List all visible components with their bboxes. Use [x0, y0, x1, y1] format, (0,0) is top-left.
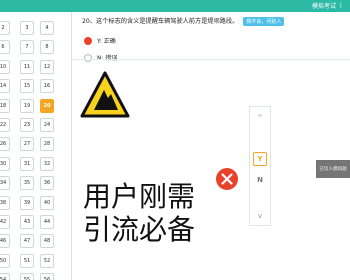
- question-number-14[interactable]: 14: [0, 79, 10, 94]
- question-number-39[interactable]: 39: [20, 195, 34, 210]
- question-number-46[interactable]: 46: [0, 234, 10, 249]
- question-number-35[interactable]: 35: [20, 176, 34, 191]
- side-tab[interactable]: 已切入模拟题: [316, 160, 350, 178]
- question-number-20[interactable]: 20: [40, 98, 54, 113]
- question-number-42[interactable]: 42: [0, 215, 10, 229]
- question-number-55[interactable]: 55: [20, 273, 34, 280]
- question-number-24[interactable]: 24: [40, 118, 54, 132]
- question-number-15[interactable]: 15: [20, 79, 34, 94]
- option-yes-radio[interactable]: [84, 36, 92, 45]
- question-number-18[interactable]: 18: [0, 98, 10, 113]
- option-no-radio[interactable]: [84, 53, 92, 62]
- option-no-label: N: 错误: [97, 53, 117, 62]
- selector-up-button[interactable]: ^: [250, 111, 270, 125]
- question-number-22[interactable]: 22: [0, 118, 10, 132]
- exam-title: 模拟考试（: [311, 3, 342, 10]
- question-number-16[interactable]: 16: [40, 79, 54, 94]
- question-number-38[interactable]: 38: [0, 195, 10, 210]
- question-number-32[interactable]: 32: [40, 156, 54, 171]
- question-number-36[interactable]: 36: [40, 176, 54, 191]
- question-number-6[interactable]: 6: [0, 40, 10, 55]
- question-stem: 20、这个标志的含义是提醒车辆驾驶人前方是堤坝路段。: [82, 18, 239, 25]
- question-number-26[interactable]: 26: [0, 137, 10, 152]
- question-number-30[interactable]: 30: [0, 156, 10, 171]
- question-divider: [72, 59, 350, 60]
- answer-y-button[interactable]: Y: [253, 152, 267, 166]
- ask-others-button[interactable]: 我不会，问别人: [243, 16, 285, 26]
- question-number-34[interactable]: 34: [0, 176, 10, 191]
- question-number-11[interactable]: 11: [20, 59, 34, 74]
- question-text: 20、这个标志的含义是提醒车辆驾驶人前方是堤坝路段。 我不会，问别人: [82, 16, 322, 26]
- question-number-50[interactable]: 50: [0, 253, 10, 268]
- question-number-40[interactable]: 40: [40, 195, 54, 210]
- question-number-19[interactable]: 19: [20, 98, 34, 113]
- question-number-10[interactable]: 10: [0, 59, 10, 74]
- question-number-7[interactable]: 7: [20, 40, 34, 55]
- option-no[interactable]: N: 错误: [84, 53, 117, 62]
- option-yes[interactable]: Y: 正确: [84, 36, 116, 45]
- question-number-2[interactable]: 2: [0, 21, 10, 35]
- question-number-51[interactable]: 51: [20, 253, 34, 268]
- top-bar: 模拟考试（: [0, 0, 350, 12]
- question-number-23[interactable]: 23: [20, 118, 34, 132]
- question-number-12[interactable]: 12: [40, 59, 54, 74]
- question-number-grid: 2 3 4 6 7 8 10 11 12 14 15 16 18 19 20 22 23 24 26 27 28 30 31…: [0, 12, 72, 280]
- question-number-47[interactable]: 47: [20, 234, 34, 249]
- exam-page: 模拟考试（ 2 3 4 6 7 8 10 11 12 14 15 16 18 19 20 22 23 24 26 27…: [0, 0, 350, 280]
- question-number-3[interactable]: 3: [20, 21, 34, 35]
- question-number-4[interactable]: 4: [40, 21, 54, 35]
- question-number-52[interactable]: 52: [40, 253, 54, 268]
- question-number-48[interactable]: 48: [40, 234, 54, 249]
- promo-line-2: 引流必备: [83, 213, 196, 246]
- question-number-44[interactable]: 44: [40, 215, 54, 229]
- question-number-43[interactable]: 43: [20, 215, 34, 229]
- question-number-56[interactable]: 56: [40, 273, 54, 280]
- selector-down-button[interactable]: v: [250, 209, 270, 223]
- answer-n-button[interactable]: N: [253, 173, 267, 187]
- question-number-27[interactable]: 27: [20, 137, 34, 152]
- question-number-54[interactable]: 54: [0, 273, 10, 280]
- wrong-answer-icon: [216, 168, 238, 190]
- answer-selector: ^ Y N v: [249, 106, 271, 226]
- question-number-8[interactable]: 8: [40, 40, 54, 55]
- promo-line-1: 用户刚需: [83, 180, 196, 213]
- embankment-warning-sign-icon: [80, 71, 130, 118]
- promo-overlay-text: 用户刚需 引流必备: [83, 180, 195, 246]
- option-yes-label: Y: 正确: [97, 38, 116, 45]
- question-number-31[interactable]: 31: [20, 156, 34, 171]
- question-number-28[interactable]: 28: [40, 137, 54, 152]
